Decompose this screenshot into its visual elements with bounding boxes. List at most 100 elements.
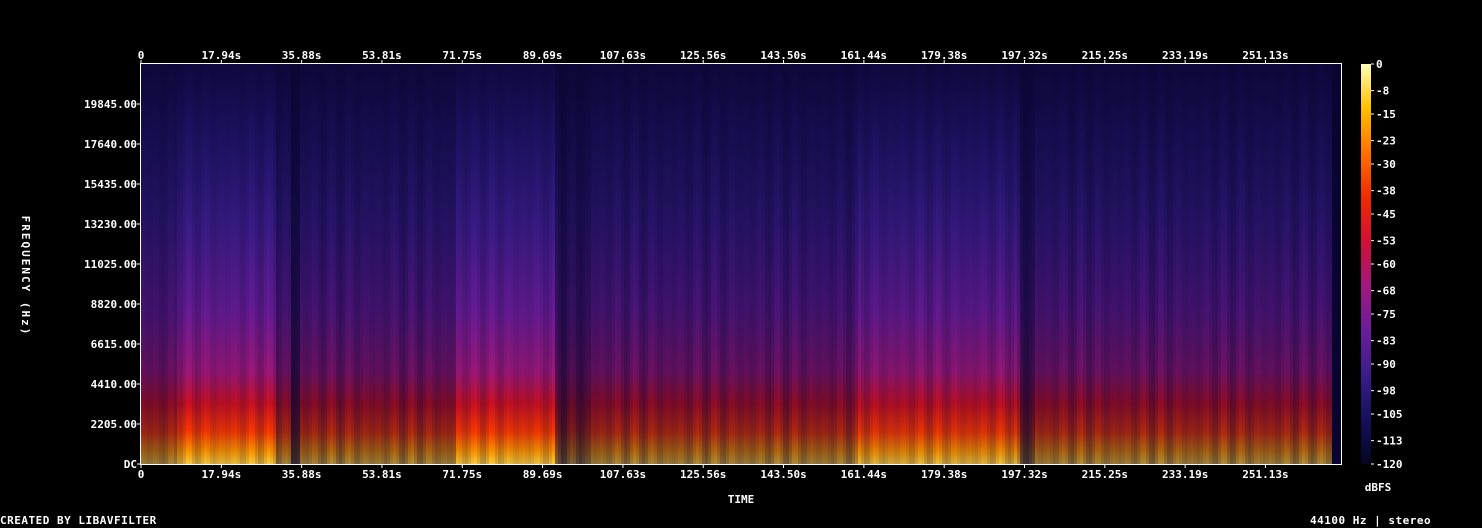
spectrogram-column <box>1083 64 1086 464</box>
spectrogram-column <box>981 64 984 464</box>
spectrogram-column <box>834 64 837 464</box>
spectrogram-column <box>192 64 195 464</box>
spectrogram-column <box>978 64 981 464</box>
spectrogram-column <box>543 64 546 464</box>
spectrogram-column <box>744 64 747 464</box>
x-tick-label-bottom: 251.13s <box>1242 468 1288 481</box>
spectrogram-column <box>615 64 618 464</box>
x-tick-label-top: 71.75s <box>442 49 482 62</box>
spectrogram-column <box>987 64 990 464</box>
spectrogram-column <box>507 64 510 464</box>
spectrogram-column <box>330 64 333 464</box>
spectrogram-column <box>972 64 975 464</box>
spectrogram-column <box>144 64 147 464</box>
spectrogram-column <box>492 64 495 464</box>
spectrogram-column <box>1050 64 1053 464</box>
x-tick-label-top: 233.19s <box>1162 49 1208 62</box>
spectrogram-column <box>1140 64 1143 464</box>
spectrogram-column <box>453 64 456 464</box>
spectrogram-column <box>876 64 879 464</box>
spectrogram-column <box>1107 64 1110 464</box>
spectrogram-column <box>528 64 531 464</box>
spectrogram-column <box>858 64 861 464</box>
spectrogram-column <box>585 64 588 464</box>
spectrogram-column <box>780 64 783 464</box>
x-axis-label: TIME <box>728 493 755 506</box>
spectrogram-column <box>393 64 396 464</box>
spectrogram-column <box>402 64 405 464</box>
spectrogram-column <box>174 64 177 464</box>
spectrogram-column <box>1236 64 1239 464</box>
spectrogram-column <box>882 64 885 464</box>
spectrogram-column <box>951 64 954 464</box>
spectrogram-column <box>717 64 720 464</box>
spectrogram-column <box>708 64 711 464</box>
spectrogram-column <box>549 64 552 464</box>
spectrogram-column <box>633 64 636 464</box>
spectrogram-column <box>180 64 183 464</box>
spectrogram-column <box>1101 64 1104 464</box>
x-tick-label-bottom: 0 <box>138 468 145 481</box>
spectrogram-column <box>702 64 705 464</box>
spectrogram-column <box>1065 64 1068 464</box>
x-tick-label-bottom: 197.32s <box>1001 468 1047 481</box>
spectrogram-column <box>171 64 174 464</box>
spectrogram-column <box>1266 64 1269 464</box>
spectrogram-column <box>732 64 735 464</box>
spectrogram-column <box>1188 64 1191 464</box>
spectrogram-column <box>198 64 201 464</box>
spectrogram-column <box>627 64 630 464</box>
spectrogram-column <box>681 64 684 464</box>
spectrogram-column <box>273 64 276 464</box>
spectrogram-column <box>546 64 549 464</box>
y-axis-label: FREQUENCY (Hz) <box>19 216 32 337</box>
spectrogram-column <box>309 64 312 464</box>
spectrogram-column <box>141 64 144 464</box>
spectrogram-column <box>516 64 519 464</box>
spectrogram-column <box>468 64 471 464</box>
spectrogram-column <box>420 64 423 464</box>
spectrogram-column <box>1308 64 1311 464</box>
spectrogram-column <box>942 64 945 464</box>
spectrogram-column <box>588 64 591 464</box>
spectrogram-column <box>255 64 258 464</box>
spectrogram-column <box>183 64 186 464</box>
spectrogram-column <box>324 64 327 464</box>
spectrogram-column <box>1290 64 1293 464</box>
spectrogram-column <box>1047 64 1050 464</box>
colorbar-tick-label: -38 <box>1376 185 1396 198</box>
spectrogram-column <box>555 64 558 464</box>
spectrogram-column <box>645 64 648 464</box>
x-tick-label-top: 197.32s <box>1001 49 1047 62</box>
spectrogram-column <box>564 64 567 464</box>
spectrogram-column <box>1113 64 1116 464</box>
spectrogram-column <box>873 64 876 464</box>
spectrogram-column <box>447 64 450 464</box>
y-tick-label: 8820.00 <box>91 298 137 311</box>
spectrogram-column <box>1074 64 1077 464</box>
spectrogram-column <box>687 64 690 464</box>
spectrogram-column <box>195 64 198 464</box>
spectrogram-column <box>1197 64 1200 464</box>
top-time-axis: 0 17.94s 35.88s 53.81s 71.75s 89.69s 107.63s 12… <box>138 49 1289 64</box>
x-tick-label-bottom: 125.56s <box>680 468 726 481</box>
spectrogram-column <box>1158 64 1161 464</box>
spectrogram-column <box>384 64 387 464</box>
spectrogram-column <box>1143 64 1146 464</box>
spectrogram-column <box>366 64 369 464</box>
spectrogram-column <box>1095 64 1098 464</box>
spectrogram-column <box>726 64 729 464</box>
spectrogram-column <box>651 64 654 464</box>
spectrogram-column <box>450 64 453 464</box>
spectrogram-column <box>312 64 315 464</box>
spectrogram-column <box>774 64 777 464</box>
spectrogram-column <box>282 64 285 464</box>
spectrogram-column <box>552 64 555 464</box>
spectrogram-column <box>606 64 609 464</box>
spectrogram-column <box>504 64 507 464</box>
spectrogram-column <box>162 64 165 464</box>
spectrogram-column <box>363 64 366 464</box>
spectrogram-column <box>234 64 237 464</box>
spectrogram-column <box>891 64 894 464</box>
spectrogram-column <box>741 64 744 464</box>
